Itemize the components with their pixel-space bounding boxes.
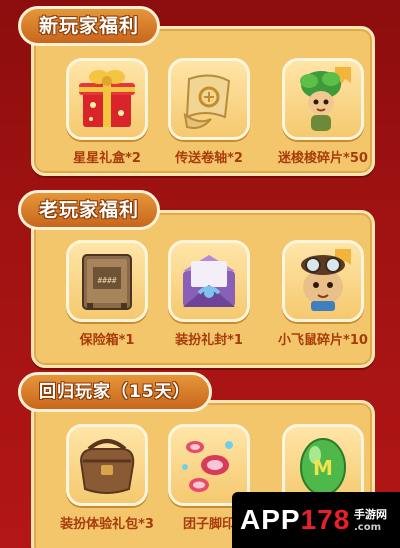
reward-label: 星星礼盒*2 — [73, 151, 141, 166]
reward-label: 装扮体验礼包*3 — [60, 517, 154, 532]
section-title-new-player: 新玩家福利 — [18, 6, 161, 46]
svg-text:M: M — [313, 456, 333, 480]
reward-item[interactable]: 星星礼盒*2 — [52, 58, 162, 166]
envelope-icon — [168, 240, 250, 322]
reward-label: 保险箱*1 — [79, 333, 135, 348]
watermark-brand: APP178 — [240, 504, 351, 535]
reward-item[interactable]: 装扮体验礼包*3 — [52, 424, 162, 532]
reward-label: 小飞鼠碎片*10 — [278, 333, 368, 348]
leaf-character-icon — [282, 58, 364, 140]
scroll-icon — [168, 58, 250, 140]
reward-item[interactable]: 小飞鼠碎片*10 — [268, 240, 378, 348]
reward-label: 装扮礼封*1 — [175, 333, 243, 348]
flying-squirrel-icon — [282, 240, 364, 322]
svg-text:####: #### — [97, 276, 116, 285]
watermark-sub: 手游网 — [354, 508, 387, 521]
watermark-domain: .com — [354, 522, 382, 533]
reward-label: 传送卷轴*2 — [175, 151, 243, 166]
bag-icon — [66, 424, 148, 506]
reward-label: 迷梭梭碎片*50 — [278, 151, 368, 166]
watermark-logo: APP178 手游网 .com — [232, 492, 400, 548]
reward-item[interactable]: 迷梭梭碎片*50 — [268, 58, 378, 166]
reward-item[interactable]: #### 保险箱*1 — [52, 240, 162, 348]
reward-item[interactable]: 装扮礼封*1 — [154, 240, 264, 348]
section-title-old-player: 老玩家福利 — [18, 190, 161, 230]
reward-item[interactable]: 传送卷轴*2 — [154, 58, 264, 166]
section-title-returning-player: 回归玩家（15天） — [18, 372, 212, 412]
safe-icon: #### — [66, 240, 148, 322]
gift-box-icon — [66, 58, 148, 140]
